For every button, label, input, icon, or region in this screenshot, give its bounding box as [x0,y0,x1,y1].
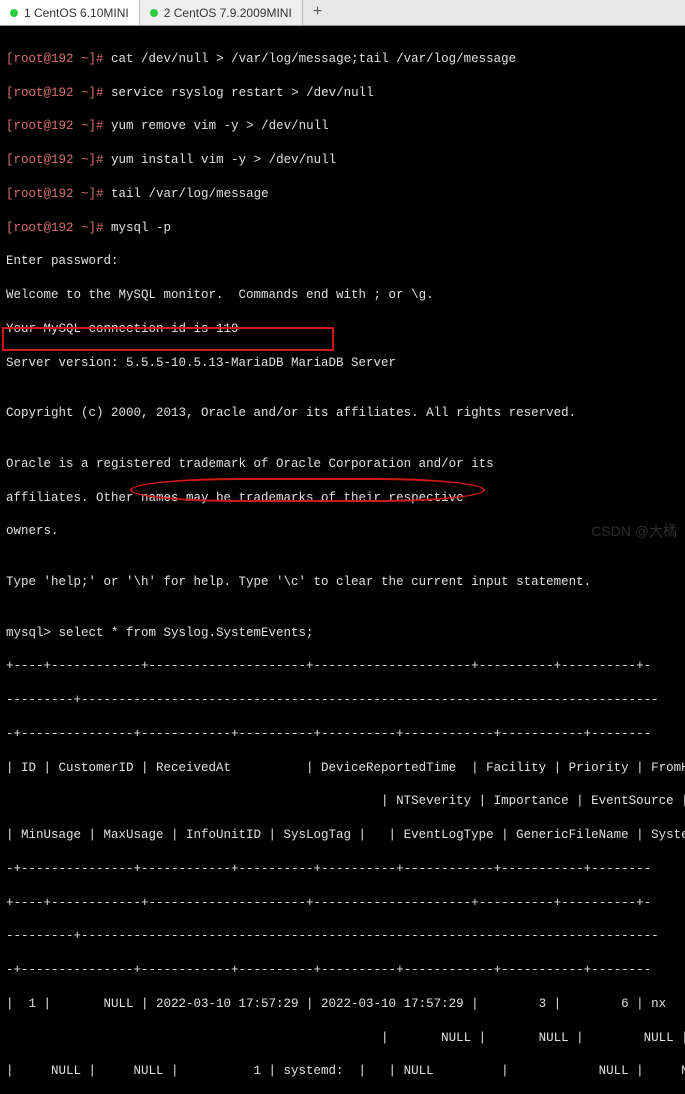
output-line: Your MySQL connection id is 119 [6,321,679,338]
prompt: [root@192 ~] [6,52,96,66]
table-header: | MinUsage | MaxUsage | InfoUnitID | Sys… [6,827,679,844]
command: tail /var/log/message [111,187,269,201]
table-row: | NULL | NULL | 1 | systemd: | | NULL | … [6,1063,679,1080]
table-sep: -+---------------+------------+---------… [6,726,679,743]
command: service rsyslog restart > /dev/null [111,86,374,100]
status-dot-icon [150,9,158,17]
table-sep: -+---------------+------------+---------… [6,962,679,979]
table-row: | 1 | NULL | 2022-03-10 17:57:29 | 2022-… [6,996,679,1013]
output-line: owners. [6,523,679,540]
tab-label: 2 CentOS 7.9.2009MINI [164,6,292,20]
table-sep: ---------+------------------------------… [6,928,679,945]
output-line: affiliates. Other names may be trademark… [6,490,679,507]
table-header: | NTSeverity | Importance | EventSource … [6,793,679,810]
output-line: Type 'help;' or '\h' for help. Type '\c'… [6,574,679,591]
output-line: Welcome to the MySQL monitor. Commands e… [6,287,679,304]
table-row: | NULL | NULL | NULL | [6,1030,679,1047]
prompt: [root@192 ~] [6,119,96,133]
tab-centos7[interactable]: 2 CentOS 7.9.2009MINI [140,0,303,25]
tab-bar: 1 CentOS 6.10MINI 2 CentOS 7.9.2009MINI … [0,0,685,26]
command: yum install vim -y > /dev/null [111,153,336,167]
table-sep: ---------+------------------------------… [6,692,679,709]
table-sep: +----+------------+---------------------… [6,895,679,912]
tab-centos6[interactable]: 1 CentOS 6.10MINI [0,0,140,25]
sql-query: mysql> select * from Syslog.SystemEvents… [6,625,679,642]
table-sep: +----+------------+---------------------… [6,658,679,675]
output-line: Copyright (c) 2000, 2013, Oracle and/or … [6,405,679,422]
command: cat /dev/null > /var/log/message;tail /v… [111,52,516,66]
prompt: [root@192 ~] [6,153,96,167]
status-dot-icon [10,9,18,17]
new-tab-button[interactable]: + [303,0,333,25]
output-line: Oracle is a registered trademark of Orac… [6,456,679,473]
output-line: Server version: 5.5.5-10.5.13-MariaDB Ma… [6,355,679,372]
prompt: [root@192 ~] [6,86,96,100]
terminal-output[interactable]: [root@192 ~]# cat /dev/null > /var/log/m… [0,26,685,1094]
command: yum remove vim -y > /dev/null [111,119,329,133]
table-header: | ID | CustomerID | ReceivedAt | DeviceR… [6,760,679,777]
prompt: [root@192 ~] [6,187,96,201]
table-sep: -+---------------+------------+---------… [6,861,679,878]
command: mysql -p [111,221,171,235]
tab-label: 1 CentOS 6.10MINI [24,6,129,20]
prompt: [root@192 ~] [6,221,96,235]
output-line: Enter password: [6,253,679,270]
